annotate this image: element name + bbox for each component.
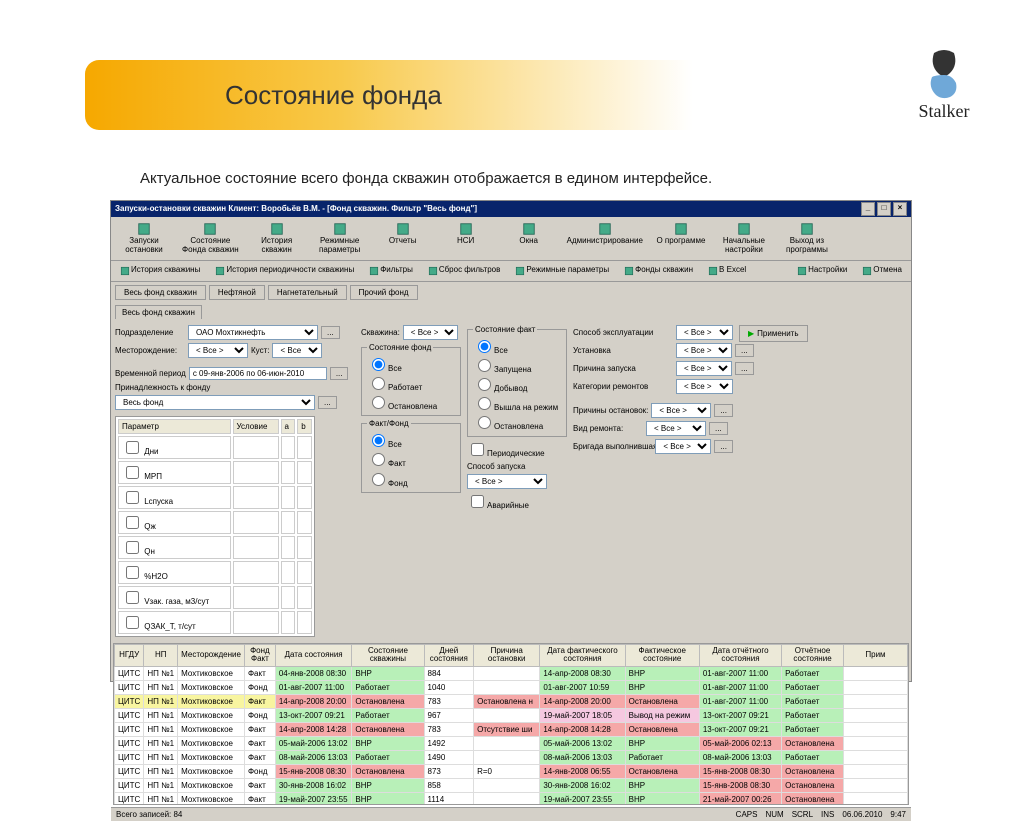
toolbar-button[interactable]: Запускиостановки: [113, 219, 175, 258]
toolbar-button[interactable]: Фонды скважин: [617, 263, 700, 279]
period-input[interactable]: [189, 367, 327, 380]
toolbar-button[interactable]: Сброс фильтров: [421, 263, 508, 279]
toolbar-button[interactable]: НСИ: [435, 219, 497, 258]
table-row[interactable]: ЦИТСНП №1МохтиковскоеФонд01-авг-2007 11:…: [115, 681, 908, 695]
table-row[interactable]: ЦИТСНП №1МохтиковскоеФакт14-апр-2008 14:…: [115, 723, 908, 737]
toolbar-button[interactable]: В Excel: [701, 263, 753, 279]
slide-title: Состояние фонда: [225, 80, 442, 111]
table-row[interactable]: ЦИТСНП №1МохтиковскоеФакт14-апр-2008 20:…: [115, 695, 908, 709]
main-toolbar: ЗапускиостановкиСостояниеФонда скважинИс…: [111, 217, 911, 261]
podrazd-select[interactable]: ОАО Мохтикнефть: [188, 325, 318, 340]
table-row[interactable]: ЦИТСНП №1МохтиковскоеФонд15-янв-2008 08:…: [115, 765, 908, 779]
sost-fond-group: Состояние фонд Все Работает Остановлена: [361, 343, 461, 417]
data-grid[interactable]: НГДУНПМесторождениеФонд ФактДата состоян…: [113, 643, 909, 805]
status-bar: Всего записей: 84 CAPSNUM SCRLINS 06.06.…: [111, 807, 911, 821]
toolbar-button[interactable]: СостояниеФонда скважин: [176, 219, 245, 258]
window-title: Запуски-остановки скважин Клиент: Воробь…: [115, 201, 477, 217]
filter-panel: ПодразделениеОАО Мохтикнефть... Месторож…: [111, 321, 911, 641]
table-row[interactable]: ЦИТСНП №1МохтиковскоеФонд13-окт-2007 09:…: [115, 709, 908, 723]
table-row[interactable]: ЦИТСНП №1МохтиковскоеФакт19-май-2007 23:…: [115, 793, 908, 805]
slide-title-bar: Состояние фонда: [85, 60, 725, 130]
toolbar-button[interactable]: Историяскважин: [246, 219, 308, 258]
table-row[interactable]: ЦИТСНП №1МохтиковскоеФакт04-янв-2008 08:…: [115, 667, 908, 681]
spz-select[interactable]: < Все >: [467, 474, 547, 489]
table-row[interactable]: ЦИТСНП №1МохтиковскоеФакт05-май-2006 13:…: [115, 737, 908, 751]
mestor-select[interactable]: < Все >: [188, 343, 248, 358]
toolbar-button[interactable]: О программе: [650, 219, 712, 258]
kust-select[interactable]: < Все >: [272, 343, 322, 358]
toolbar-button[interactable]: Выход изпрограммы: [776, 219, 838, 258]
minimize-icon[interactable]: _: [861, 202, 875, 216]
toolbar-button[interactable]: Окна: [498, 219, 560, 258]
maximize-icon[interactable]: □: [877, 202, 891, 216]
apply-button[interactable]: Применить: [739, 325, 808, 342]
prinad-select[interactable]: Весь фонд: [115, 395, 315, 410]
filter-tab[interactable]: Нефтяной: [209, 285, 265, 300]
toolbar-button[interactable]: История скважины: [113, 263, 207, 279]
toolbar-button[interactable]: Фильтры: [362, 263, 420, 279]
filter-tab[interactable]: Весь фонд скважин: [115, 285, 206, 300]
filter-tab[interactable]: Прочий фонд: [350, 285, 418, 300]
toolbar-button[interactable]: Отмена: [855, 263, 909, 279]
app-window: Запуски-остановки скважин Клиент: Воробь…: [110, 200, 912, 682]
toolbar-button[interactable]: Режимные параметры: [508, 263, 616, 279]
toolbar-button[interactable]: Режимныепараметры: [309, 219, 371, 258]
data-tab[interactable]: Весь фонд скважин: [115, 305, 202, 319]
window-titlebar: Запуски-остановки скважин Клиент: Воробь…: [111, 201, 911, 217]
record-count: Всего записей: 84: [116, 810, 182, 819]
ellipsis-button[interactable]: ...: [321, 326, 340, 339]
slide-subtitle: Актуальное состояние всего фонда скважин…: [140, 170, 712, 187]
fund-filter-tabs: Весь фонд скважинНефтянойНагнетательныйП…: [111, 282, 911, 303]
skv-select[interactable]: < Все >: [403, 325, 458, 340]
sub-toolbar: История скважиныИстория периодичности ск…: [111, 261, 911, 282]
toolbar-button[interactable]: История периодичности скважины: [208, 263, 361, 279]
logo: Stalker: [904, 45, 984, 135]
close-icon[interactable]: ×: [893, 202, 907, 216]
faktfond-group: Факт/Фонд Все Факт Фонд: [361, 419, 461, 493]
toolbar-button[interactable]: Администрирование: [561, 219, 649, 258]
table-row[interactable]: ЦИТСНП №1МохтиковскоеФакт08-май-2006 13:…: [115, 751, 908, 765]
filter-tab[interactable]: Нагнетательный: [268, 285, 347, 300]
toolbar-button[interactable]: Начальныенастройки: [713, 219, 775, 258]
toolbar-button[interactable]: Отчеты: [372, 219, 434, 258]
param-table[interactable]: ПараметрУсловиеab Дни МРП Lспуска Qж Qн …: [115, 416, 315, 637]
sost-fact-group: Состояние факт Все Запущена Добывод Вышл…: [467, 325, 567, 437]
table-row[interactable]: ЦИТСНП №1МохтиковскоеФакт30-янв-2008 16:…: [115, 779, 908, 793]
toolbar-button[interactable]: Настройки: [790, 263, 854, 279]
